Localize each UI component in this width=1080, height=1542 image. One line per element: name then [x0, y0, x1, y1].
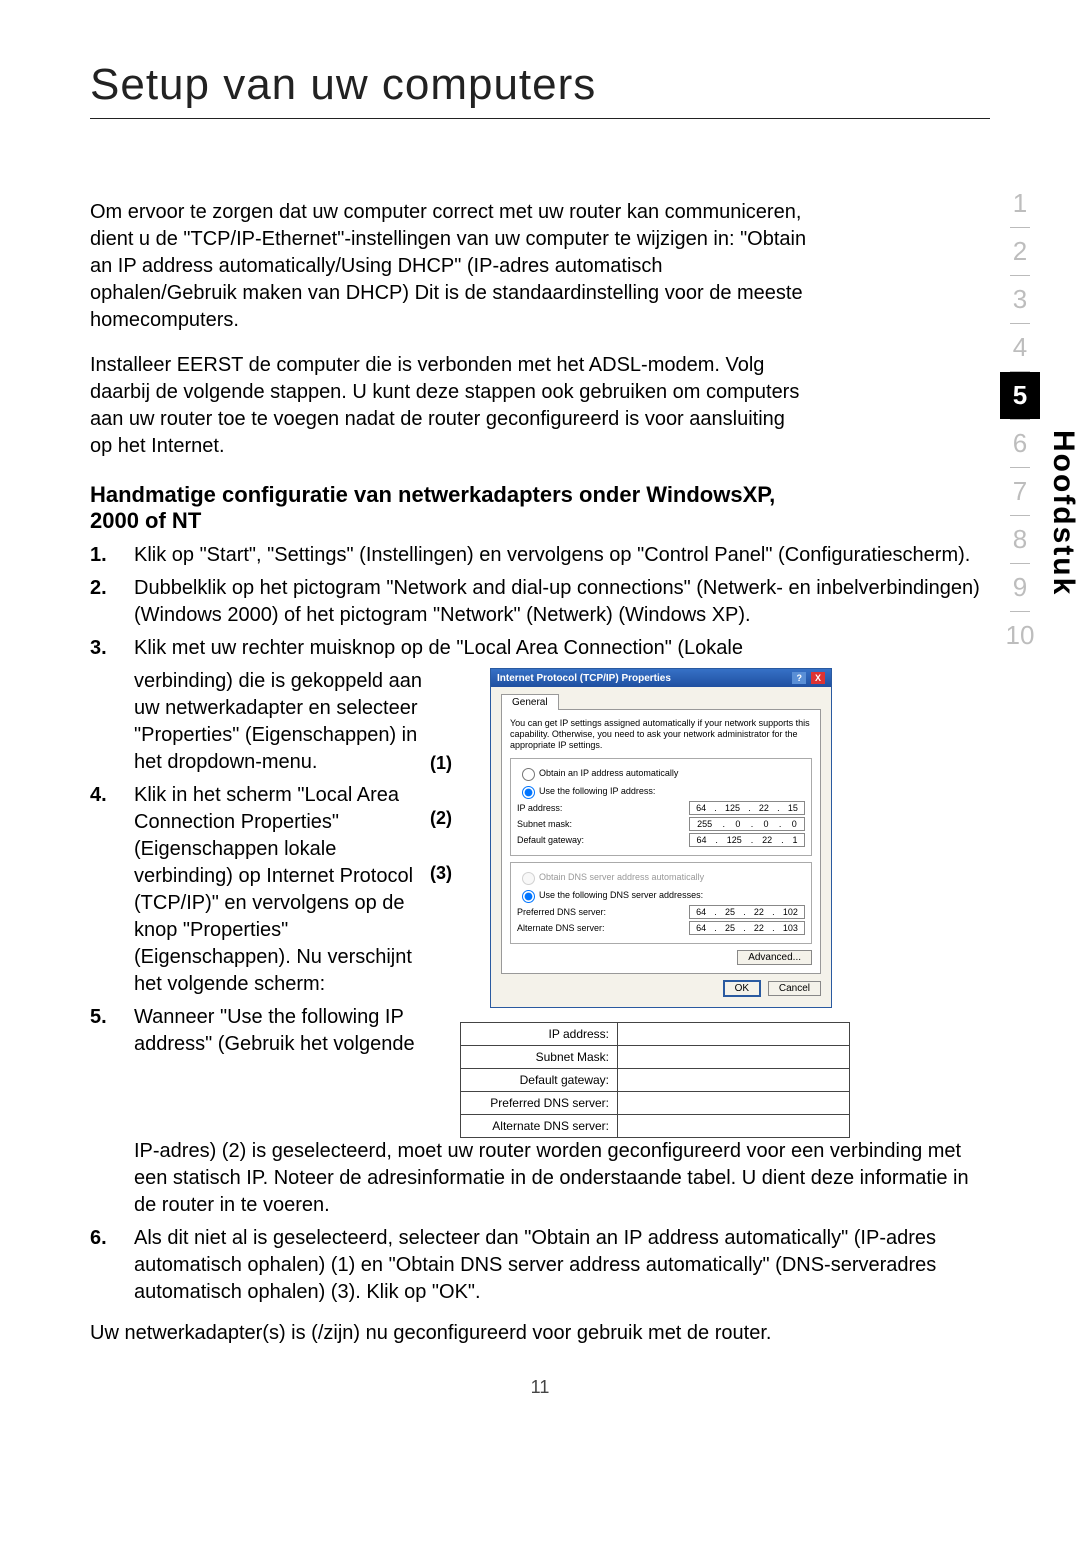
- step-1: 1. Klik op "Start", "Settings" (Instelli…: [90, 542, 990, 569]
- chapter-nav-10[interactable]: 10: [1000, 612, 1040, 659]
- step-5-cont: IP-adres) (2) is geselecteerd, moet uw r…: [90, 1138, 990, 1219]
- bt-label-gw: Default gateway:: [460, 1069, 617, 1092]
- label-ip-address: IP address:: [517, 803, 689, 813]
- step-number: 5.: [90, 1004, 134, 1058]
- step-text: Als dit niet al is geselecteerd, selecte…: [134, 1225, 990, 1306]
- chapter-nav-5[interactable]: 5: [1000, 372, 1040, 419]
- label-preferred-dns: Preferred DNS server:: [517, 907, 689, 917]
- chapter-nav-8[interactable]: 8: [1000, 516, 1040, 563]
- step-3-cont: verbinding) die is gekoppeld aan uw netw…: [90, 668, 440, 776]
- bt-input-mask[interactable]: [617, 1046, 850, 1069]
- advanced-button[interactable]: Advanced...: [737, 950, 812, 965]
- radio-use-following-ip[interactable]: [522, 786, 535, 799]
- input-alternate-dns[interactable]: 64.25.22.103: [689, 921, 805, 935]
- input-preferred-dns[interactable]: 64.25.22.102: [689, 905, 805, 919]
- step-text: Klik op "Start", "Settings" (Instellinge…: [134, 542, 990, 569]
- bt-label-mask: Subnet Mask:: [460, 1046, 617, 1069]
- chapter-nav-9[interactable]: 9: [1000, 564, 1040, 611]
- step-3-lead: 3. Klik met uw rechter muisknop op de "L…: [90, 635, 990, 662]
- tcpip-properties-dialog: Internet Protocol (TCP/IP) Properties ? …: [490, 668, 832, 1008]
- chapter-nav: 12345678910: [1000, 180, 1040, 659]
- step-number: 1.: [90, 542, 134, 569]
- help-icon[interactable]: ?: [792, 672, 806, 684]
- input-default-gateway[interactable]: 64.125.22.1: [689, 833, 805, 847]
- label-use-following-dns: Use the following DNS server addresses:: [539, 890, 805, 900]
- chapter-nav-6[interactable]: 6: [1000, 420, 1040, 467]
- chapter-nav-1[interactable]: 1: [1000, 180, 1040, 227]
- label-obtain-dns-auto: Obtain DNS server address automatically: [539, 872, 805, 882]
- callout-1: (1): [430, 728, 452, 783]
- step-text: Klik met uw rechter muisknop op de "Loca…: [134, 635, 990, 662]
- cancel-button[interactable]: Cancel: [768, 981, 821, 996]
- bt-input-pdns[interactable]: [617, 1092, 850, 1115]
- callout-3: (3): [430, 838, 452, 893]
- label-alternate-dns: Alternate DNS server:: [517, 923, 689, 933]
- dialog-note: You can get IP settings assigned automat…: [510, 718, 812, 750]
- page-title: Setup van uw computers: [90, 60, 990, 110]
- radio-obtain-dns-auto: [522, 872, 535, 885]
- step-text: Klik in het scherm "Local Area Connectio…: [134, 782, 440, 998]
- callout-2: (2): [430, 783, 452, 838]
- label-obtain-ip-auto: Obtain an IP address automatically: [539, 768, 805, 778]
- tab-general[interactable]: General: [501, 694, 559, 710]
- input-subnet-mask[interactable]: 255.0.0.0: [689, 817, 805, 831]
- label-use-following-ip: Use the following IP address:: [539, 786, 805, 796]
- section-heading: Handmatige configuratie van netwerkadapt…: [90, 482, 810, 534]
- close-icon[interactable]: X: [811, 672, 825, 684]
- step-4: 4. Klik in het scherm "Local Area Connec…: [90, 782, 440, 998]
- bt-label-adns: Alternate DNS server:: [460, 1115, 617, 1138]
- ip-group: Obtain an IP address automatically Use t…: [510, 758, 812, 856]
- chapter-nav-7[interactable]: 7: [1000, 468, 1040, 515]
- label-subnet-mask: Subnet mask:: [517, 819, 689, 829]
- step-text: Dubbelklik op het pictogram "Network and…: [134, 575, 990, 629]
- step-text: verbinding) die is gekoppeld aan uw netw…: [134, 668, 440, 776]
- chapter-label-vertical: Hoofdstuk: [1046, 430, 1080, 596]
- step-5-lead: 5. Wanneer "Use the following IP address…: [90, 1004, 440, 1058]
- intro-paragraph-1: Om ervoor te zorgen dat uw computer corr…: [90, 199, 810, 334]
- step-number: 6.: [90, 1225, 134, 1306]
- bt-input-gw[interactable]: [617, 1069, 850, 1092]
- bt-label-pdns: Preferred DNS server:: [460, 1092, 617, 1115]
- intro-paragraph-2: Installeer EERST de computer die is verb…: [90, 352, 810, 460]
- title-rule: [90, 118, 990, 119]
- bt-input-ip[interactable]: [617, 1022, 850, 1046]
- step-number: 2.: [90, 575, 134, 629]
- page-number: 11: [90, 1377, 990, 1398]
- chapter-nav-3[interactable]: 3: [1000, 276, 1040, 323]
- step-number: 4.: [90, 782, 134, 998]
- chapter-nav-2[interactable]: 2: [1000, 228, 1040, 275]
- label-default-gateway: Default gateway:: [517, 835, 689, 845]
- bt-label-ip: IP address:: [460, 1022, 617, 1046]
- dialog-titlebar: Internet Protocol (TCP/IP) Properties ? …: [491, 669, 831, 687]
- step-number: 3.: [90, 635, 134, 662]
- step-6: 6. Als dit niet al is geselecteerd, sele…: [90, 1225, 990, 1306]
- figure-callouts: (1) (2) (3): [430, 728, 452, 893]
- dialog-title-text: Internet Protocol (TCP/IP) Properties: [497, 673, 671, 684]
- closing-paragraph: Uw netwerkadapter(s) is (/zijn) nu gecon…: [90, 1320, 990, 1347]
- blank-address-table: IP address: Subnet Mask: Default gateway…: [460, 1022, 850, 1138]
- dns-group: Obtain DNS server address automatically …: [510, 862, 812, 944]
- radio-use-following-dns[interactable]: [522, 890, 535, 903]
- bt-input-adns[interactable]: [617, 1115, 850, 1138]
- step-text: IP-adres) (2) is geselecteerd, moet uw r…: [134, 1138, 990, 1219]
- step-2: 2. Dubbelklik op het pictogram "Network …: [90, 575, 990, 629]
- chapter-nav-4[interactable]: 4: [1000, 324, 1040, 371]
- input-ip-address[interactable]: 64.125.22.15: [689, 801, 805, 815]
- ok-button[interactable]: OK: [723, 980, 761, 997]
- steps-list: 1. Klik op "Start", "Settings" (Instelli…: [90, 542, 990, 662]
- step-text: Wanneer "Use the following IP address" (…: [134, 1004, 440, 1058]
- radio-obtain-ip-auto[interactable]: [522, 768, 535, 781]
